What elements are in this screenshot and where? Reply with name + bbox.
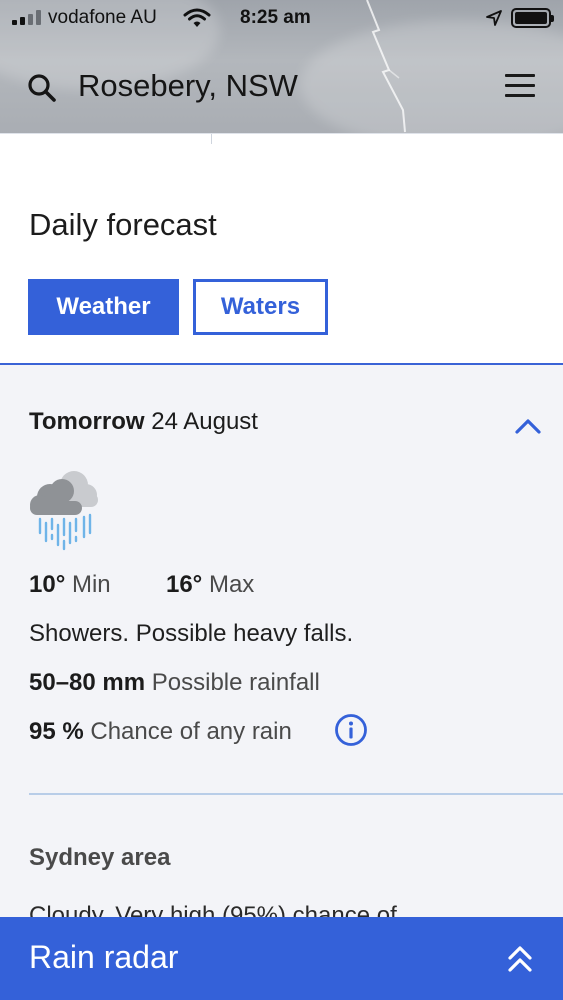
day-heading[interactable]: Tomorrow 24 August [29,408,258,436]
rainfall-amount: 50–80 mm [29,669,146,696]
info-icon[interactable] [334,713,368,747]
min-label: Min [71,571,111,598]
tab-waters[interactable]: Waters [193,279,328,335]
section-title: Daily forecast [29,207,217,242]
rainfall-label: Possible rainfall [151,669,320,696]
day-date: 24 August [151,408,258,435]
location-arrow-icon [486,10,502,26]
rain-chance-label: Chance of any rain [90,718,292,745]
header: vodafone AU 8:25 am Rosebery, NSW [0,0,563,135]
daily-forecast-card: Daily forecast Weather Waters [0,145,563,365]
rain-radar-bar[interactable]: Rain radar [0,917,563,1000]
rain-cloud-icon [30,471,98,551]
temperature-range: 10° Min 16° Max [29,571,254,599]
area-title: Sydney area [29,844,171,871]
rain-chance-value: 95 % [29,718,84,745]
header-divider [0,133,563,145]
status-bar: vodafone AU 8:25 am [0,0,563,36]
location-title[interactable]: Rosebery, NSW [78,68,298,104]
forecast-summary: Showers. Possible heavy falls. [29,620,354,647]
max-temp: 16° [165,571,203,598]
max-label: Max [208,571,255,598]
min-temp: 10° [29,571,66,598]
rain-radar-label: Rain radar [29,939,179,975]
possible-rainfall: 50–80 mm Possible rainfall [29,669,320,697]
double-chevron-up-icon[interactable] [506,943,534,975]
tab-weather[interactable]: Weather [28,279,179,335]
day-name: Tomorrow [29,408,145,435]
signal-icon [12,10,41,25]
collapse-chevron-icon[interactable] [514,417,542,435]
carrier-name: vodafone AU [48,7,157,28]
clock: 8:25 am [240,7,311,28]
divider [29,793,563,795]
wifi-icon [183,8,211,27]
search-icon[interactable] [26,72,58,104]
rain-chance: 95 % Chance of any rain [29,718,292,746]
battery-icon [511,8,554,28]
hamburger-menu-icon[interactable] [505,74,537,100]
day-forecast: Tomorrow 24 August 10° Min 16° Max Showe… [0,367,563,929]
location-bar: Rosebery, NSW [0,62,563,114]
